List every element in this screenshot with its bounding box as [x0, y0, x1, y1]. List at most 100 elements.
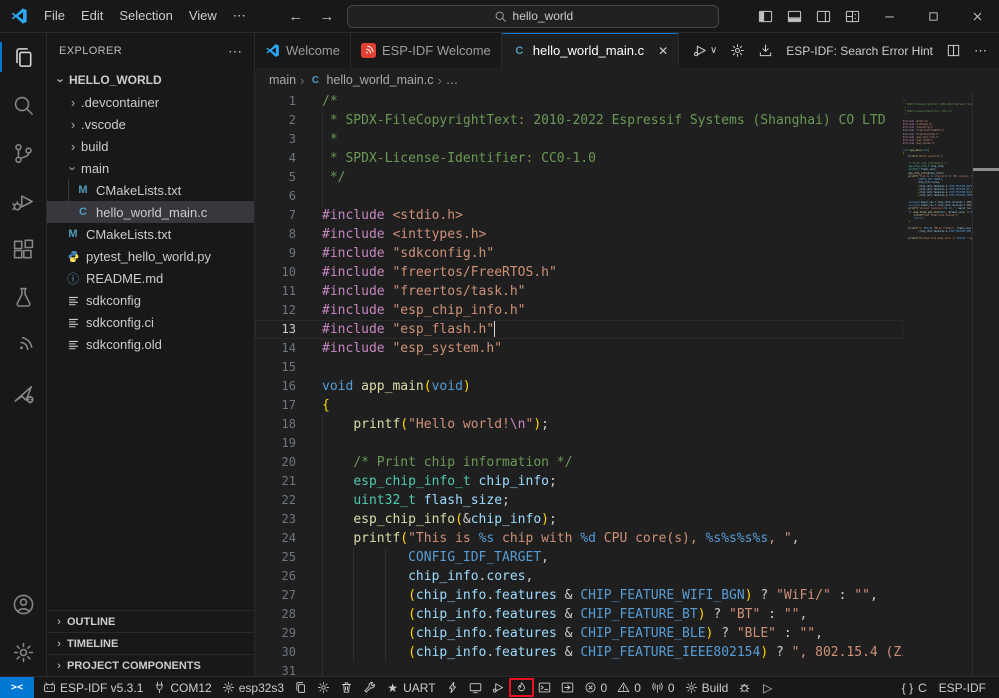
status-device-target[interactable]: esp32s3 — [217, 677, 289, 698]
more-actions-icon[interactable]: ⋯ — [974, 43, 987, 59]
code-line-15[interactable]: 15 — [255, 358, 903, 377]
line-number[interactable]: 8 — [255, 225, 296, 244]
command-center-search[interactable]: hello_world — [347, 5, 719, 28]
code-line-12[interactable]: 12#include "esp_chip_info.h" — [255, 301, 903, 320]
code-line-21[interactable]: 21 esp_chip_info_t chip_info; — [255, 472, 903, 491]
line-number[interactable]: 4 — [255, 149, 296, 168]
line-number[interactable]: 14 — [255, 339, 296, 358]
status-remote[interactable]: >< — [0, 677, 34, 698]
activitybar-source-control[interactable] — [0, 129, 46, 177]
status-extension-indicator[interactable]: ESP-IDF — [934, 677, 991, 698]
activitybar-espidf-explorer[interactable] — [0, 321, 46, 369]
status-ports-forwarded[interactable]: 0 — [646, 677, 680, 698]
line-number[interactable]: 15 — [255, 358, 296, 377]
menu-item-[interactable]: ⋯ — [225, 5, 254, 27]
line-number[interactable]: 31 — [255, 662, 296, 676]
line-number[interactable]: 21 — [255, 472, 296, 491]
toggle-secondary-sidebar-icon[interactable] — [816, 9, 831, 24]
code-line-23[interactable]: 23 esp_chip_info(&chip_info); — [255, 510, 903, 529]
code-line-3[interactable]: 3 * — [255, 130, 903, 149]
line-number[interactable]: 7 — [255, 206, 296, 225]
line-number[interactable]: 13 — [255, 320, 296, 339]
tree-item-cmakelists-txt[interactable]: MCMakeLists.txt — [47, 223, 254, 245]
status-full-clean[interactable] — [335, 677, 358, 698]
code-line-10[interactable]: 10#include "freertos/FreeRTOS.h" — [255, 263, 903, 282]
line-number[interactable]: 19 — [255, 434, 296, 453]
code-line-14[interactable]: 14#include "esp_system.h" — [255, 339, 903, 358]
tree-item-build[interactable]: ›build — [47, 135, 254, 157]
tree-item--devcontainer[interactable]: ›.devcontainer — [47, 91, 254, 113]
explorer-more-actions-icon[interactable]: ⋯ — [228, 43, 242, 60]
maximize-button[interactable] — [911, 0, 955, 32]
line-number[interactable]: 12 — [255, 301, 296, 320]
tree-item--vscode[interactable]: ›.vscode — [47, 113, 254, 135]
activitybar-run-debug[interactable] — [0, 177, 46, 225]
toggle-panel-icon[interactable] — [787, 9, 802, 24]
line-number[interactable]: 26 — [255, 567, 296, 586]
forward-arrow-icon[interactable]: → — [316, 8, 337, 25]
tree-item-sdkconfig-ci[interactable]: sdkconfig.ci — [47, 311, 254, 333]
menu-item-file[interactable]: File — [36, 5, 73, 27]
code-line-7[interactable]: 7#include <stdio.h> — [255, 206, 903, 225]
line-number[interactable]: 20 — [255, 453, 296, 472]
code-line-22[interactable]: 22 uint32_t flash_size; — [255, 491, 903, 510]
status-bug-task[interactable] — [733, 677, 756, 698]
code-line-20[interactable]: 20 /* Print chip information */ — [255, 453, 903, 472]
status-idf-terminal[interactable] — [533, 677, 556, 698]
activitybar-testing[interactable] — [0, 273, 46, 321]
customize-layout-icon[interactable] — [845, 9, 860, 24]
tree-item-readme-md[interactable]: ⓘREADME.md — [47, 267, 254, 289]
status-language-mode[interactable]: { }C — [896, 677, 932, 698]
menu-item-selection[interactable]: Selection — [111, 5, 180, 27]
line-number[interactable]: 30 — [255, 643, 296, 662]
menu-item-edit[interactable]: Edit — [73, 5, 111, 27]
code-line-31[interactable]: 31 — [255, 662, 903, 676]
status-custom-task[interactable] — [358, 677, 381, 698]
menu-item-view[interactable]: View — [181, 5, 225, 27]
status-flash-device[interactable] — [441, 677, 464, 698]
status-flash-type[interactable]: ★UART — [381, 677, 440, 698]
code-line-9[interactable]: 9#include "sdkconfig.h" — [255, 244, 903, 263]
activitybar-espidf-tools[interactable] — [0, 369, 46, 417]
minimap[interactable]: /* * SPDX-FileCopyrightText: 2010-2022 E… — [903, 92, 972, 676]
section-timeline[interactable]: ›TIMELINE — [47, 632, 254, 654]
line-number[interactable]: 9 — [255, 244, 296, 263]
code-line-13[interactable]: 13#include "esp_flash.h" — [255, 320, 903, 339]
status-execute-action[interactable] — [556, 677, 579, 698]
tree-item-sdkconfig[interactable]: sdkconfig — [47, 289, 254, 311]
status-flash-method[interactable] — [289, 677, 312, 698]
tab-welcome[interactable]: Welcome — [255, 33, 351, 68]
line-number[interactable]: 6 — [255, 187, 296, 206]
status-errors[interactable]: 0 — [579, 677, 613, 698]
line-number[interactable]: 1 — [255, 92, 296, 111]
activitybar-extensions[interactable] — [0, 225, 46, 273]
run-debug-dropdown[interactable]: ∨ — [693, 43, 717, 58]
tree-item-main[interactable]: ›main — [47, 157, 254, 179]
breadcrumb-file[interactable]: hello_world_main.c — [326, 73, 433, 87]
code-line-18[interactable]: 18 printf("Hello world!\n"); — [255, 415, 903, 434]
minimize-button[interactable] — [867, 0, 911, 32]
status-build-task[interactable]: Build — [680, 677, 734, 698]
breadcrumb-symbol[interactable]: … — [446, 73, 459, 87]
tree-item-cmakelists-txt[interactable]: MCMakeLists.txt — [47, 179, 254, 201]
line-number[interactable]: 17 — [255, 396, 296, 415]
line-number[interactable]: 16 — [255, 377, 296, 396]
status-monitor-device[interactable] — [464, 677, 487, 698]
scrollbar[interactable] — [972, 92, 999, 676]
tree-item-sdkconfig-old[interactable]: sdkconfig.old — [47, 333, 254, 355]
tab-hello-world-main-c[interactable]: Chello_world_main.c✕ — [502, 33, 679, 68]
tab-esp-idf-welcome[interactable]: ESP-IDF Welcome — [351, 33, 502, 68]
line-number[interactable]: 5 — [255, 168, 296, 187]
line-number[interactable]: 29 — [255, 624, 296, 643]
code-editor[interactable]: 1/*2 * SPDX-FileCopyrightText: 2010-2022… — [255, 92, 999, 676]
status-debug-device[interactable] — [487, 677, 510, 698]
code-line-1[interactable]: 1/* — [255, 92, 903, 111]
status-warnings[interactable]: 0 — [612, 677, 646, 698]
close-icon[interactable]: ✕ — [658, 44, 668, 58]
close-button[interactable] — [955, 0, 999, 32]
line-number[interactable]: 10 — [255, 263, 296, 282]
back-arrow-icon[interactable]: ← — [285, 8, 306, 25]
tree-item-pytest-hello-world-py[interactable]: pytest_hello_world.py — [47, 245, 254, 267]
status-run-task[interactable]: ▷ — [756, 677, 779, 698]
status-serial-port[interactable]: COM12 — [148, 677, 216, 698]
